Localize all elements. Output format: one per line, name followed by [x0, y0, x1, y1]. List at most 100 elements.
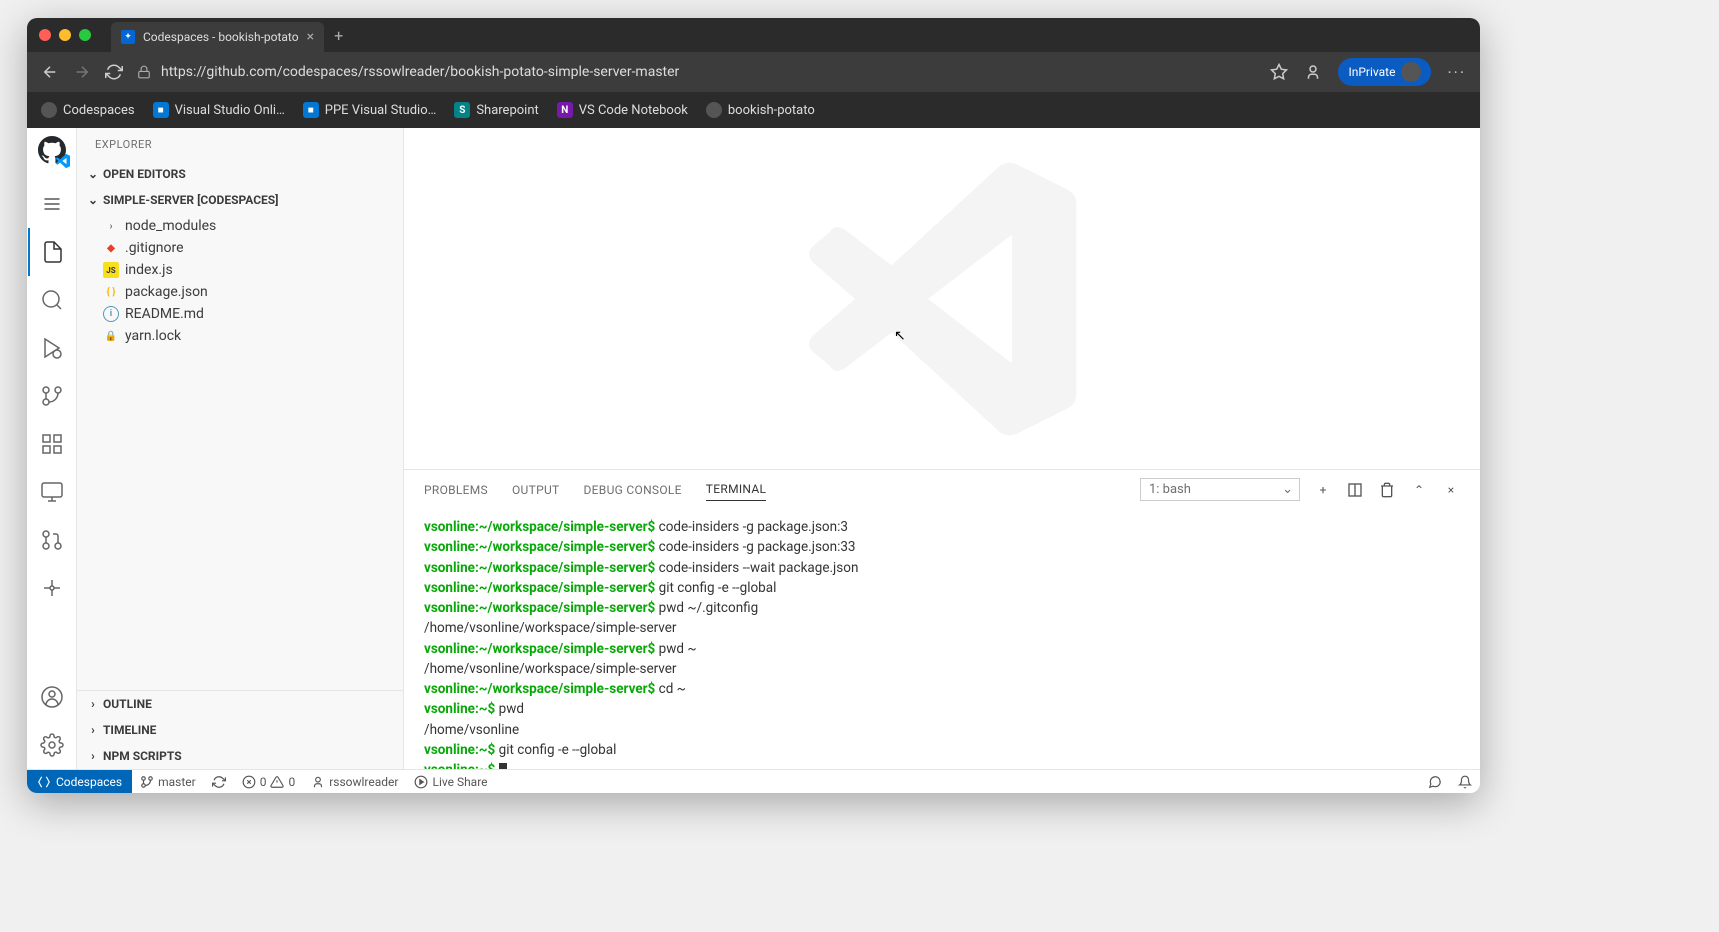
bookmark-item[interactable]: ■PPE Visual Studio…: [303, 102, 437, 118]
bookmark-item[interactable]: SSharepoint: [454, 102, 538, 118]
forward-button[interactable]: [73, 63, 91, 81]
sidebar-bottom: ›OUTLINE ›TIMELINE ›NPM SCRIPTS: [77, 690, 403, 769]
open-editors-section[interactable]: ⌄OPEN EDITORS: [77, 161, 403, 187]
status-user-label: rssowlreader: [329, 775, 398, 789]
window-close-button[interactable]: [39, 29, 51, 41]
refresh-button[interactable]: [105, 63, 123, 81]
new-tab-button[interactable]: +: [334, 26, 343, 45]
workspace-section[interactable]: ⌄SIMPLE-SERVER [CODESPACES]: [77, 187, 403, 213]
bookmark-item[interactable]: NVS Code Notebook: [557, 102, 688, 118]
search-icon[interactable]: [28, 276, 76, 324]
status-warnings-count: 0: [288, 775, 295, 789]
outline-section[interactable]: ›OUTLINE: [77, 691, 403, 717]
liveshare-icon[interactable]: [28, 564, 76, 612]
panel-tab-terminal[interactable]: TERMINAL: [706, 478, 766, 501]
file-name: package.json: [125, 284, 208, 300]
file-item[interactable]: JSindex.js: [77, 259, 403, 281]
url-field[interactable]: https://github.com/codespaces/rssowlread…: [137, 64, 1256, 80]
cursor-pointer: ↖: [894, 328, 906, 344]
npm-scripts-section[interactable]: › NPM SCRIPTS: [77, 743, 403, 769]
back-button[interactable]: [41, 63, 59, 81]
bookmark-icon: [706, 102, 722, 118]
vscode-watermark-icon: [802, 159, 1082, 439]
remote-explorer-icon[interactable]: [28, 468, 76, 516]
bookmark-label: VS Code Notebook: [579, 103, 688, 118]
source-control-icon[interactable]: [28, 372, 76, 420]
bookmark-item[interactable]: ■ Visual Studio Onli…: [153, 102, 285, 118]
file-item[interactable]: 🔒yarn.lock: [77, 325, 403, 347]
file-name: README.md: [125, 306, 204, 322]
accounts-icon[interactable]: [28, 673, 76, 721]
outline-label: OUTLINE: [103, 697, 152, 711]
menu-icon[interactable]: [28, 180, 76, 228]
status-right: [1420, 775, 1480, 789]
status-user[interactable]: rssowlreader: [303, 775, 406, 789]
more-icon[interactable]: ···: [1447, 63, 1466, 82]
url-bar: https://github.com/codespaces/rssowlread…: [27, 52, 1480, 92]
timeline-section[interactable]: ›TIMELINE: [77, 717, 403, 743]
status-problems[interactable]: 0 0: [234, 775, 304, 789]
bookmark-icon: [41, 102, 57, 118]
new-terminal-button[interactable]: +: [1314, 481, 1332, 499]
terminal-line: vsonline:~/workspace/simple-server$ pwd …: [424, 598, 1460, 618]
file-item[interactable]: { } package.json: [77, 281, 403, 303]
status-bell-icon[interactable]: [1450, 775, 1480, 789]
window-minimize-button[interactable]: [59, 29, 71, 41]
explorer-sidebar: EXPLORER ⌄OPEN EDITORS ⌄SIMPLE-SERVER [C…: [77, 128, 404, 769]
explorer-icon[interactable]: [28, 228, 76, 276]
status-branch-label: master: [158, 775, 196, 789]
inprivate-badge[interactable]: InPrivate: [1338, 58, 1431, 86]
extensions-icon[interactable]: [28, 420, 76, 468]
main-area: ↖ PROBLEMS OUTPUT DEBUG CONSOLE TERMINAL 1:…: [404, 128, 1480, 769]
editor-empty: ↖: [404, 128, 1480, 469]
status-liveshare-label: Live Share: [432, 775, 487, 789]
terminal-line: vsonline:~/workspace/simple-server$ git …: [424, 578, 1460, 598]
close-panel-button[interactable]: ×: [1442, 481, 1460, 499]
chevron-right-icon: ›: [87, 723, 99, 737]
browser-window: ✦ Codespaces - bookish-potato × + https:…: [27, 18, 1480, 793]
npm-scripts-label: NPM SCRIPTS: [103, 749, 182, 763]
file-name: yarn.lock: [125, 328, 181, 344]
workspace-label: SIMPLE-SERVER [CODESPACES]: [103, 193, 279, 207]
panel-tab-debug-console[interactable]: DEBUG CONSOLE: [584, 479, 682, 501]
github-logo: [38, 136, 66, 164]
status-bar: Codespaces master 0 0 rssowlreader Live …: [27, 769, 1480, 793]
browser-tab[interactable]: ✦ Codespaces - bookish-potato ×: [111, 22, 324, 52]
status-feedback-icon[interactable]: [1420, 775, 1450, 789]
panel-tab-problems[interactable]: PROBLEMS: [424, 479, 488, 501]
kill-terminal-button[interactable]: [1378, 481, 1396, 499]
bookmark-label: Visual Studio Onli…: [175, 103, 285, 118]
window-maximize-button[interactable]: [79, 29, 91, 41]
chevron-right-icon: ›: [87, 749, 99, 763]
terminal-line: vsonline:~$ git config -e --global: [424, 740, 1460, 760]
file-item[interactable]: iREADME.md: [77, 303, 403, 325]
profile-icon[interactable]: [1304, 63, 1322, 81]
github-pr-icon[interactable]: [28, 516, 76, 564]
settings-gear-icon[interactable]: [28, 721, 76, 769]
file-item[interactable]: ›node_modules: [77, 215, 403, 237]
status-liveshare[interactable]: Live Share: [406, 775, 495, 789]
split-terminal-button[interactable]: [1346, 481, 1364, 499]
bookmark-icon: ■: [303, 102, 319, 118]
terminal-line: vsonline:~$ pwd: [424, 699, 1460, 719]
maximize-panel-button[interactable]: ⌃: [1410, 481, 1428, 499]
file-name: node_modules: [125, 218, 216, 234]
chevron-down-icon: ⌄: [1282, 482, 1293, 497]
tab-close-icon[interactable]: ×: [307, 29, 314, 45]
bookmark-item[interactable]: Codespaces: [41, 102, 135, 118]
terminal-selector[interactable]: 1: bash⌄: [1140, 478, 1300, 501]
url-actions: InPrivate ···: [1270, 58, 1466, 86]
panel-tab-output[interactable]: OUTPUT: [512, 479, 560, 501]
status-branch[interactable]: master: [132, 775, 204, 789]
json-icon: { }: [103, 284, 119, 300]
terminal-line: vsonline:~/workspace/simple-server$ code…: [424, 517, 1460, 537]
terminal-line: /home/vsonline: [424, 720, 1460, 740]
status-codespaces[interactable]: Codespaces: [27, 770, 132, 793]
file-item[interactable]: ◆.gitignore: [77, 237, 403, 259]
terminal-output[interactable]: vsonline:~/workspace/simple-server$ code…: [404, 509, 1480, 769]
bookmark-icon: ■: [153, 102, 169, 118]
bookmark-item[interactable]: bookish-potato: [706, 102, 815, 118]
run-debug-icon[interactable]: [28, 324, 76, 372]
favorite-icon[interactable]: [1270, 63, 1288, 81]
status-sync[interactable]: [204, 775, 234, 789]
